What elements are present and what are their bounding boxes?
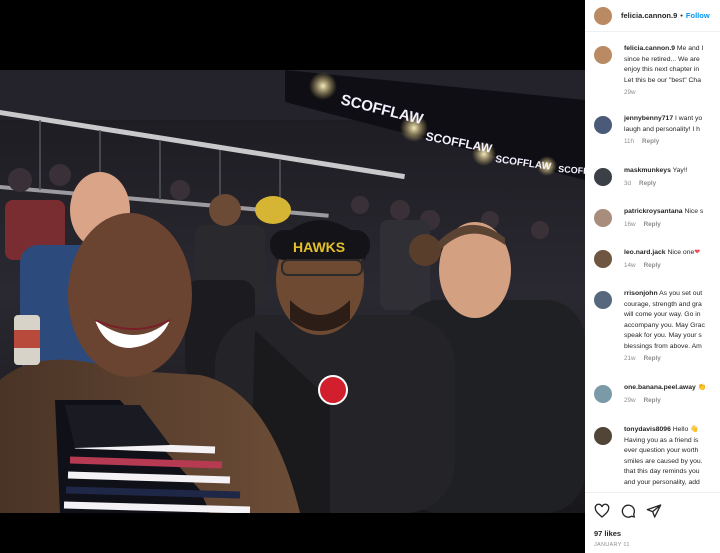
comments-panel: felicia.cannon.9 • Follow felicia.cannon… xyxy=(585,0,720,553)
reply-button[interactable]: Reply xyxy=(644,262,661,269)
commenter-avatar[interactable] xyxy=(594,385,612,403)
comment-username[interactable]: tonydavis8096 xyxy=(624,426,671,433)
comment-text-line: laugh and personality! I h xyxy=(624,125,700,133)
action-icons xyxy=(594,503,662,519)
comment-text-line: that this day reminds you xyxy=(624,468,700,475)
reply-button[interactable]: Reply xyxy=(644,355,661,362)
comment-text-line: Let this be our "best" Cha xyxy=(624,76,701,84)
post-date: JANUARY 11 xyxy=(594,542,630,548)
comment-username[interactable]: rrisonjohn xyxy=(624,290,658,297)
reply-button[interactable]: Reply xyxy=(644,397,661,404)
comment-time: 3d xyxy=(624,179,632,187)
comment-time: 11h xyxy=(624,138,635,145)
author-avatar[interactable] xyxy=(594,6,612,25)
comment-text-line: I want yo xyxy=(673,115,703,122)
comment-username[interactable]: jennybenny717 xyxy=(624,115,673,122)
comment-text-line: speak for you. May your s xyxy=(624,332,702,339)
comment-text-line: courage, strength and gra xyxy=(624,300,702,308)
comment-time: 16w xyxy=(624,220,636,228)
comment-username[interactable]: felicia.cannon.9 xyxy=(624,45,675,52)
commenter-avatar[interactable] xyxy=(594,427,612,445)
comment-time: 14w xyxy=(624,261,636,269)
commenter-avatar[interactable] xyxy=(594,46,612,64)
comment-time: 29w xyxy=(624,89,636,96)
comment-text-line: will come your way. Go in xyxy=(624,311,701,318)
comment-username[interactable]: patrickroysantana xyxy=(624,208,683,215)
follow-button[interactable]: Follow xyxy=(686,11,710,20)
cap-logo-text: HAWKS xyxy=(293,239,345,255)
reply-button[interactable]: Reply xyxy=(644,221,661,228)
comment-time: 21w xyxy=(624,355,636,362)
comment-text-line: ever question your worth xyxy=(624,447,699,454)
comment-text-line: accompany you. May Grac xyxy=(624,321,705,329)
comment-text-line: and your personality, add xyxy=(624,478,700,486)
commenter-avatar[interactable] xyxy=(594,116,612,134)
share-icon[interactable] xyxy=(646,503,662,519)
instagram-post-modal: SCOFFLAW SCOFFLAW SCOFFLAW SCOFFLAW HAWK… xyxy=(0,0,720,553)
comment-text-line: smiles are caused by you. xyxy=(624,457,703,465)
comment-username[interactable]: one.banana.peel.away xyxy=(624,384,696,391)
comment-text-line: Me and I xyxy=(675,45,704,52)
post-header: felicia.cannon.9 • Follow xyxy=(585,0,720,32)
comment-text-line: Having you as a friend is xyxy=(624,436,699,444)
comment-text-line: Nice one xyxy=(665,249,695,256)
commenter-avatar[interactable] xyxy=(594,291,612,309)
commenter-avatar[interactable] xyxy=(594,209,612,227)
photo-pane: SCOFFLAW SCOFFLAW SCOFFLAW SCOFFLAW HAWK… xyxy=(0,0,585,553)
comment-time: 29w xyxy=(624,396,636,404)
comment-text-line: 👏 xyxy=(695,384,707,391)
reply-button[interactable]: Reply xyxy=(642,138,659,145)
commenter-avatar[interactable] xyxy=(594,168,612,186)
comment-text-line: As you set out xyxy=(657,290,703,297)
reply-button[interactable]: Reply xyxy=(639,180,656,187)
comment-username[interactable]: maskmunkeys xyxy=(624,167,671,174)
comment-text-line: blessings from above. Am xyxy=(624,342,702,350)
commenter-avatar[interactable] xyxy=(594,250,612,268)
author-username[interactable]: felicia.cannon.9 xyxy=(621,11,677,20)
separator-dot: • xyxy=(680,11,683,20)
heart-emoji: ❤ xyxy=(694,249,700,256)
comment-text-line: since he retired... We are xyxy=(624,55,700,63)
comment-icon[interactable] xyxy=(620,503,636,519)
likes-count[interactable]: 97 likes xyxy=(594,529,621,538)
comment-text-line: Nice s xyxy=(682,208,704,215)
post-photo[interactable]: SCOFFLAW SCOFFLAW SCOFFLAW SCOFFLAW HAWK… xyxy=(0,70,585,513)
comment-text-line: Hello 👋 xyxy=(670,426,699,433)
comment-username[interactable]: leo.nard.jack xyxy=(624,249,666,256)
comment-text-line: enjoy this next chapter in xyxy=(624,66,700,73)
heart-icon[interactable] xyxy=(594,503,610,519)
comment-text-line: Yay!! xyxy=(670,167,688,174)
action-bar: 97 likes JANUARY 11 xyxy=(585,492,720,553)
